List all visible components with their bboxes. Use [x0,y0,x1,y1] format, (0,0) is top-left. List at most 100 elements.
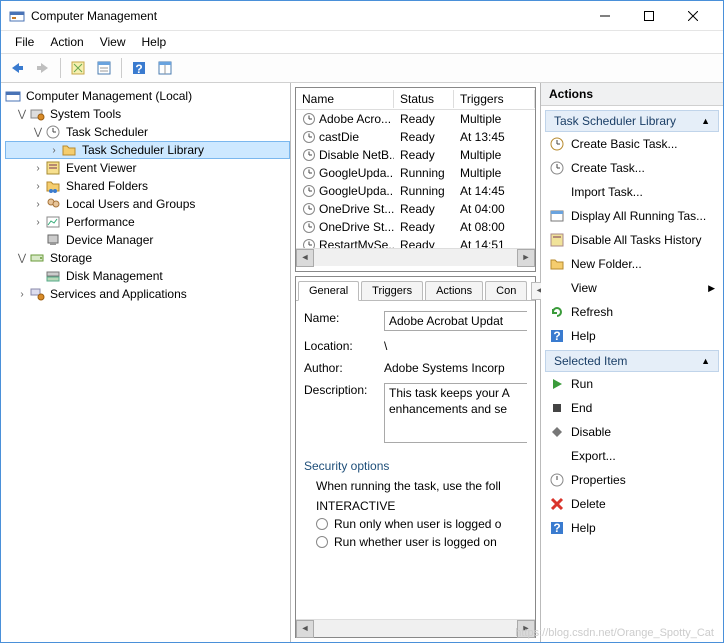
col-triggers[interactable]: Triggers [454,90,535,108]
create-task-icon [549,160,565,176]
task-row[interactable]: GoogleUpda...RunningMultiple [296,164,535,182]
action-disable-history[interactable]: Disable All Tasks History [545,228,719,252]
scroll-right-button[interactable]: ► [517,249,535,267]
task-row[interactable]: Adobe Acro...ReadyMultiple [296,110,535,128]
expand-icon[interactable]: › [47,143,61,157]
list-scrollbar[interactable]: ◄ ► [296,248,535,266]
menu-view[interactable]: View [92,33,134,51]
label-description: Description: [304,383,384,397]
tree-task-scheduler-library[interactable]: › Task Scheduler Library [5,141,290,159]
close-button[interactable] [671,1,715,31]
disable-icon [549,424,565,440]
view-button-tb[interactable] [153,56,177,80]
task-row[interactable]: GoogleUpda...RunningAt 14:45 [296,182,535,200]
tree-storage[interactable]: ⋁ Storage [5,249,290,267]
forward-button[interactable] [31,56,55,80]
list-header[interactable]: Name Status Triggers [296,88,535,110]
expand-icon[interactable]: ⋁ [31,125,45,139]
task-row[interactable]: Disable NetB...ReadyMultiple [296,146,535,164]
tree-local-users[interactable]: › Local Users and Groups [5,195,290,213]
action-export[interactable]: Export... [545,444,719,468]
field-location: \ [384,339,527,353]
action-create-task[interactable]: Create Task... [545,156,719,180]
expand-icon[interactable]: › [31,161,45,175]
tree-disk-management[interactable]: Disk Management [5,267,290,285]
help-icon: ? [549,328,565,344]
help-button-tb[interactable]: ? [127,56,151,80]
action-delete[interactable]: Delete [545,492,719,516]
clock-icon [302,148,316,162]
field-description[interactable]: This task keeps your A enhancements and … [384,383,527,443]
detail-tabs: General Triggers Actions Con ◄ ► [296,277,535,301]
action-create-basic-task[interactable]: Create Basic Task... [545,132,719,156]
task-list[interactable]: Name Status Triggers Adobe Acro...ReadyM… [295,87,536,272]
tree-root[interactable]: Computer Management (Local) [5,87,290,105]
folder-icon [549,256,565,272]
task-row[interactable]: OneDrive St...ReadyAt 08:00 [296,218,535,236]
task-row[interactable]: OneDrive St...ReadyAt 04:00 [296,200,535,218]
action-disable[interactable]: Disable [545,420,719,444]
clock-icon [302,220,316,234]
action-import-task[interactable]: Import Task... [545,180,719,204]
expand-icon[interactable]: › [31,215,45,229]
tree-event-viewer[interactable]: › Event Viewer [5,159,290,177]
scroll-left-button[interactable]: ◄ [296,620,314,638]
svg-text:?: ? [135,62,142,76]
expand-icon[interactable]: ⋁ [15,251,29,265]
action-properties[interactable]: Properties [545,468,719,492]
toolbar: ? [1,53,723,83]
action-new-folder[interactable]: New Folder... [545,252,719,276]
detail-scrollbar[interactable]: ◄ ► [296,619,535,637]
title-text: Computer Management [31,9,583,23]
field-name[interactable]: Adobe Acrobat Updat [384,311,527,331]
expand-icon[interactable]: › [15,287,29,301]
clock-icon [302,130,316,144]
actions-pane: Actions Task Scheduler Library▲ Create B… [541,83,723,642]
clock-icon [302,166,316,180]
console-tree[interactable]: Computer Management (Local) ⋁ System Too… [1,83,291,642]
display-running-icon [549,208,565,224]
tree-services-apps[interactable]: › Services and Applications [5,285,290,303]
properties-button[interactable] [92,56,116,80]
tree-device-manager[interactable]: Device Manager [5,231,290,249]
app-icon [9,8,25,24]
expand-icon[interactable]: ⋁ [15,107,29,121]
task-row[interactable]: RestartMySe...ReadyAt 14:51 [296,236,535,248]
tree-performance[interactable]: › Performance [5,213,290,231]
tab-actions[interactable]: Actions [425,281,483,300]
tree-task-scheduler[interactable]: ⋁ Task Scheduler [5,123,290,141]
tab-triggers[interactable]: Triggers [361,281,423,300]
tree-shared-folders[interactable]: › Shared Folders [5,177,290,195]
col-status[interactable]: Status [394,90,454,108]
radio-logged-on[interactable]: Run only when user is logged o [316,517,527,531]
action-view[interactable]: View▶ [545,276,719,300]
tab-general[interactable]: General [298,281,359,301]
minimize-button[interactable] [583,1,627,31]
action-display-running[interactable]: Display All Running Tas... [545,204,719,228]
tab-conditions[interactable]: Con [485,281,527,300]
actions-group-selected[interactable]: Selected Item▲ [545,350,719,372]
action-end[interactable]: End [545,396,719,420]
back-button[interactable] [5,56,29,80]
tree-system-tools[interactable]: ⋁ System Tools [5,105,290,123]
expand-icon[interactable]: › [31,197,45,211]
radio-logged-on-or-not[interactable]: Run whether user is logged on [316,535,527,549]
radio-icon [316,536,328,548]
menu-file[interactable]: File [7,33,42,51]
task-row[interactable]: castDieReadyAt 13:45 [296,128,535,146]
show-hide-tree-button[interactable] [66,56,90,80]
menubar: File Action View Help [1,31,723,53]
expand-icon[interactable]: › [31,179,45,193]
col-name[interactable]: Name [296,90,394,108]
scroll-left-button[interactable]: ◄ [296,249,314,267]
action-run[interactable]: Run [545,372,719,396]
action-help-2[interactable]: ?Help [545,516,719,540]
action-refresh[interactable]: Refresh [545,300,719,324]
maximize-button[interactable] [627,1,671,31]
clock-icon [302,238,316,248]
clock-icon [302,112,316,126]
action-help[interactable]: ?Help [545,324,719,348]
actions-group-library[interactable]: Task Scheduler Library▲ [545,110,719,132]
menu-help[interactable]: Help [134,33,175,51]
menu-action[interactable]: Action [42,33,91,51]
